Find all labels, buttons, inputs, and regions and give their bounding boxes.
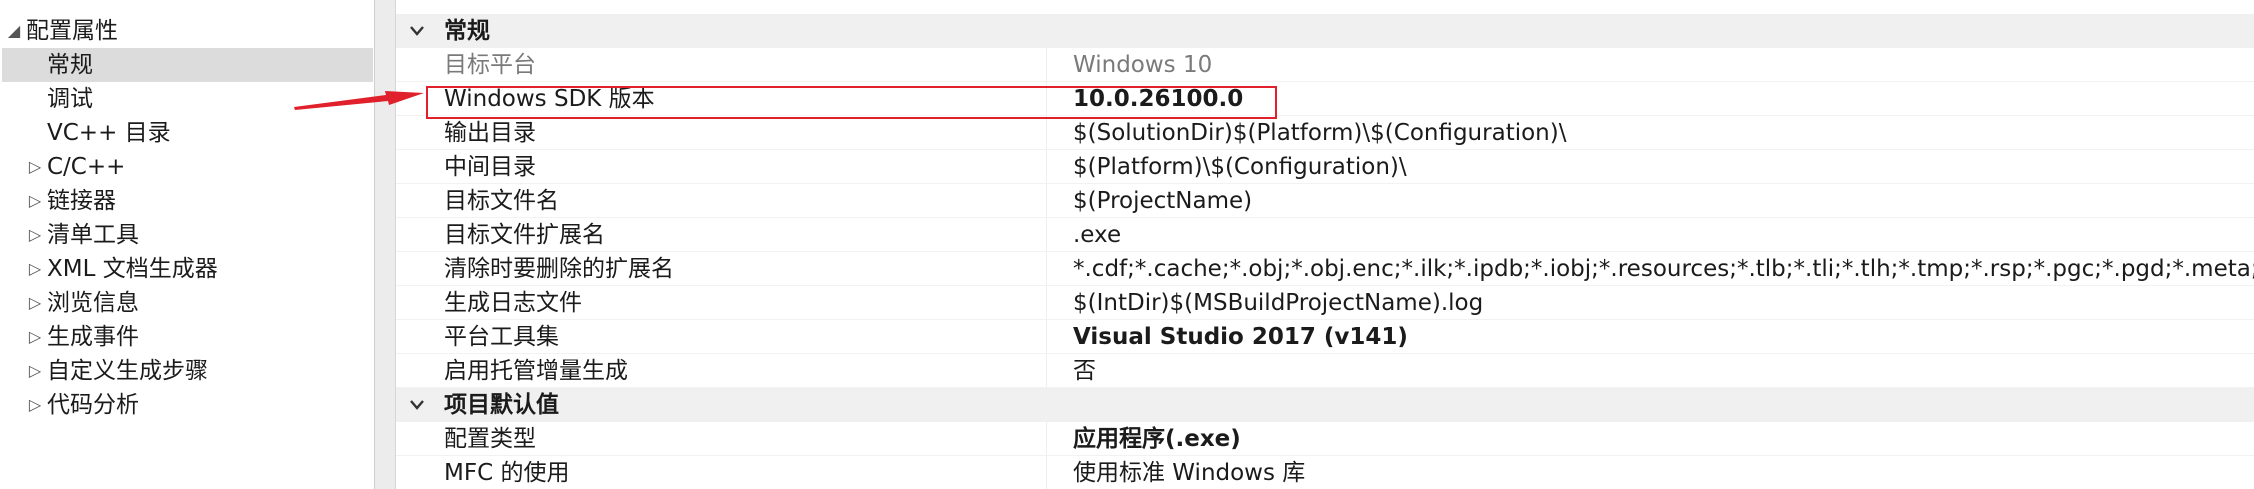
tree-item-cpp[interactable]: ▷ C/C++ (0, 150, 373, 184)
property-value[interactable]: 否 (1046, 354, 2254, 388)
tree-item-label: 自定义生成步骤 (47, 358, 208, 384)
property-row-extensions-to-delete[interactable]: 清除时要删除的扩展名 *.cdf;*.cache;*.obj;*.obj.enc… (396, 252, 2254, 286)
property-name: 启用托管增量生成 (396, 354, 1046, 388)
tree-item-label: 调试 (47, 86, 93, 112)
property-value[interactable]: 使用标准 Windows 库 (1046, 456, 2254, 489)
category-label: 常规 (444, 18, 490, 44)
property-value[interactable]: 10.0.26100.0 (1046, 82, 2254, 116)
property-name: 目标文件名 (396, 184, 1046, 218)
property-value[interactable]: $(IntDir)$(MSBuildProjectName).log (1046, 286, 2254, 320)
tree-item-linker[interactable]: ▷ 链接器 (0, 184, 373, 218)
collapsed-triangle-icon[interactable]: ▷ (25, 184, 45, 218)
property-value[interactable]: *.cdf;*.cache;*.obj;*.obj.enc;*.ilk;*.ip… (1046, 252, 2254, 286)
property-value: Windows 10 (1046, 48, 2254, 82)
property-name: 配置类型 (396, 422, 1046, 456)
tree-item-label: C/C++ (47, 154, 126, 180)
property-value[interactable]: Visual Studio 2017 (v141) (1046, 320, 2254, 354)
collapsed-triangle-icon[interactable]: ▷ (25, 388, 45, 422)
property-row-build-log-file[interactable]: 生成日志文件 $(IntDir)$(MSBuildProjectName).lo… (396, 286, 2254, 320)
property-name: 清除时要删除的扩展名 (396, 252, 1046, 286)
chevron-down-icon[interactable] (404, 392, 430, 418)
collapsed-triangle-icon[interactable]: ▷ (25, 252, 45, 286)
category-general[interactable]: 常规 (396, 14, 2254, 48)
property-name: 平台工具集 (396, 320, 1046, 354)
tree-item-custom-build-step[interactable]: ▷ 自定义生成步骤 (0, 354, 373, 388)
tree-item-label: VC++ 目录 (47, 120, 171, 146)
pane-splitter[interactable] (375, 0, 396, 489)
property-row-target-name[interactable]: 目标文件名 $(ProjectName) (396, 184, 2254, 218)
property-row-target-platform[interactable]: 目标平台 Windows 10 (396, 48, 2254, 82)
tree-item-label: XML 文档生成器 (47, 256, 218, 282)
property-row-windows-sdk-version[interactable]: Windows SDK 版本 10.0.26100.0 (396, 82, 2254, 116)
tree-item-label: 浏览信息 (47, 290, 139, 316)
property-name: 生成日志文件 (396, 286, 1046, 320)
property-value[interactable]: .exe (1046, 218, 2254, 252)
property-row-platform-toolset[interactable]: 平台工具集 Visual Studio 2017 (v141) (396, 320, 2254, 354)
property-name: 目标文件扩展名 (396, 218, 1046, 252)
category-project-defaults[interactable]: 项目默认值 (396, 388, 2254, 422)
property-value[interactable]: $(Platform)\$(Configuration)\ (1046, 150, 2254, 184)
tree-item-xml-doc-generator[interactable]: ▷ XML 文档生成器 (0, 252, 373, 286)
tree-item-label: 常规 (47, 52, 93, 78)
expanded-triangle-icon[interactable]: ◢ (4, 14, 24, 48)
tree-item-browse-info[interactable]: ▷ 浏览信息 (0, 286, 373, 320)
property-value[interactable]: $(ProjectName) (1046, 184, 2254, 218)
property-row-managed-incremental-build[interactable]: 启用托管增量生成 否 (396, 354, 2254, 388)
tree-item-debugging[interactable]: 调试 (0, 82, 373, 116)
property-grid: 常规 目标平台 Windows 10 Windows SDK 版本 10.0.2… (396, 0, 2254, 489)
tree-item-label: 生成事件 (47, 324, 139, 350)
property-name: 输出目录 (396, 116, 1046, 150)
tree-item-label: 链接器 (47, 188, 116, 214)
collapsed-triangle-icon[interactable]: ▷ (25, 354, 45, 388)
property-name: Windows SDK 版本 (396, 82, 1046, 116)
tree-item-vc-directories[interactable]: VC++ 目录 (0, 116, 373, 150)
tree-item-build-events[interactable]: ▷ 生成事件 (0, 320, 373, 354)
chevron-down-icon[interactable] (404, 18, 430, 44)
property-pages-tree: ◢ 配置属性 常规 调试 VC++ 目录 ▷ C/C++ ▷ 链接器 ▷ 清单工… (0, 0, 375, 489)
property-name: 目标平台 (396, 48, 1046, 82)
tree-item-label: 配置属性 (26, 18, 118, 44)
collapsed-triangle-icon[interactable]: ▷ (25, 218, 45, 252)
property-row-configuration-type[interactable]: 配置类型 应用程序(.exe) (396, 422, 2254, 456)
category-label: 项目默认值 (444, 392, 559, 418)
property-value[interactable]: 应用程序(.exe) (1046, 422, 2254, 456)
tree-item-label: 清单工具 (47, 222, 139, 248)
tree-item-config-properties[interactable]: ◢ 配置属性 (0, 14, 373, 48)
tree-item-label: 代码分析 (47, 392, 139, 418)
tree-item-general[interactable]: 常规 (2, 48, 373, 82)
property-row-target-extension[interactable]: 目标文件扩展名 .exe (396, 218, 2254, 252)
tree-item-manifest-tool[interactable]: ▷ 清单工具 (0, 218, 373, 252)
property-row-intermediate-directory[interactable]: 中间目录 $(Platform)\$(Configuration)\ (396, 150, 2254, 184)
collapsed-triangle-icon[interactable]: ▷ (25, 150, 45, 184)
property-row-use-of-mfc[interactable]: MFC 的使用 使用标准 Windows 库 (396, 456, 2254, 489)
property-name: 中间目录 (396, 150, 1046, 184)
collapsed-triangle-icon[interactable]: ▷ (25, 320, 45, 354)
property-row-output-directory[interactable]: 输出目录 $(SolutionDir)$(Platform)\$(Configu… (396, 116, 2254, 150)
property-value[interactable]: $(SolutionDir)$(Platform)\$(Configuratio… (1046, 116, 2254, 150)
tree-item-code-analysis[interactable]: ▷ 代码分析 (0, 388, 373, 422)
property-name: MFC 的使用 (396, 456, 1046, 489)
collapsed-triangle-icon[interactable]: ▷ (25, 286, 45, 320)
